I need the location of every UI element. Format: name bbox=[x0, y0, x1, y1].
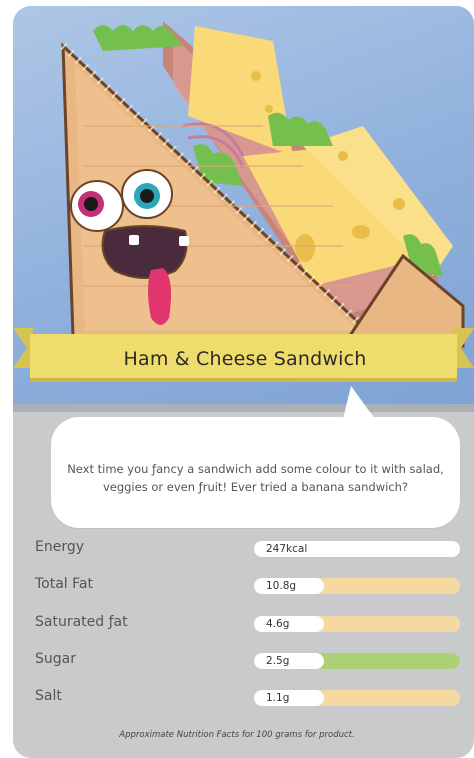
nutrition-label: Saturated ƒat bbox=[35, 614, 128, 630]
nutrition-label: Salt bbox=[35, 688, 62, 704]
nutrition-value-pill: 10.8g bbox=[254, 578, 324, 594]
nutrition-value-pill: 2.5g bbox=[254, 653, 324, 669]
nutrition-bar: 247kcal bbox=[254, 541, 460, 557]
nutrition-value-pill: 247kcal bbox=[254, 541, 460, 557]
nutrition-bar: 2.5g bbox=[254, 653, 460, 669]
footnote: Approximate Nutrition Facts for 100 gram… bbox=[119, 730, 355, 740]
nutrition-value-pill: 4.6g bbox=[254, 616, 324, 632]
nutrition-row-sugar: Sugar 2.5g bbox=[35, 651, 465, 671]
nutrition-bar: 10.8g bbox=[254, 578, 460, 594]
nutrition-row-salt: Salt 1.1g bbox=[35, 688, 465, 708]
nutrition-row-saturated-fat: Saturated ƒat 4.6g bbox=[35, 614, 465, 634]
nutrition-label: Total Fat bbox=[35, 576, 93, 592]
nutrition-label: Energy bbox=[35, 539, 85, 555]
nutrition-row-total-fat: Total Fat 10.8g bbox=[35, 576, 465, 596]
nutrition-bar: 1.1g bbox=[254, 690, 460, 706]
nutrition-value-pill: 1.1g bbox=[254, 690, 324, 706]
nutrition-card: Ham & Cheese Sandwich Next time you ƒanc… bbox=[13, 6, 474, 758]
nutrition-bar: 4.6g bbox=[254, 616, 460, 632]
speech-bubble-tail bbox=[343, 386, 375, 419]
nutrition-label: Sugar bbox=[35, 651, 76, 667]
tip-speech-bubble: Next time you ƒancy a sandwich add some … bbox=[51, 417, 460, 528]
tip-text: Next time you ƒancy a sandwich add some … bbox=[67, 462, 444, 494]
nutrition-row-energy: Energy 247kcal bbox=[35, 539, 465, 559]
